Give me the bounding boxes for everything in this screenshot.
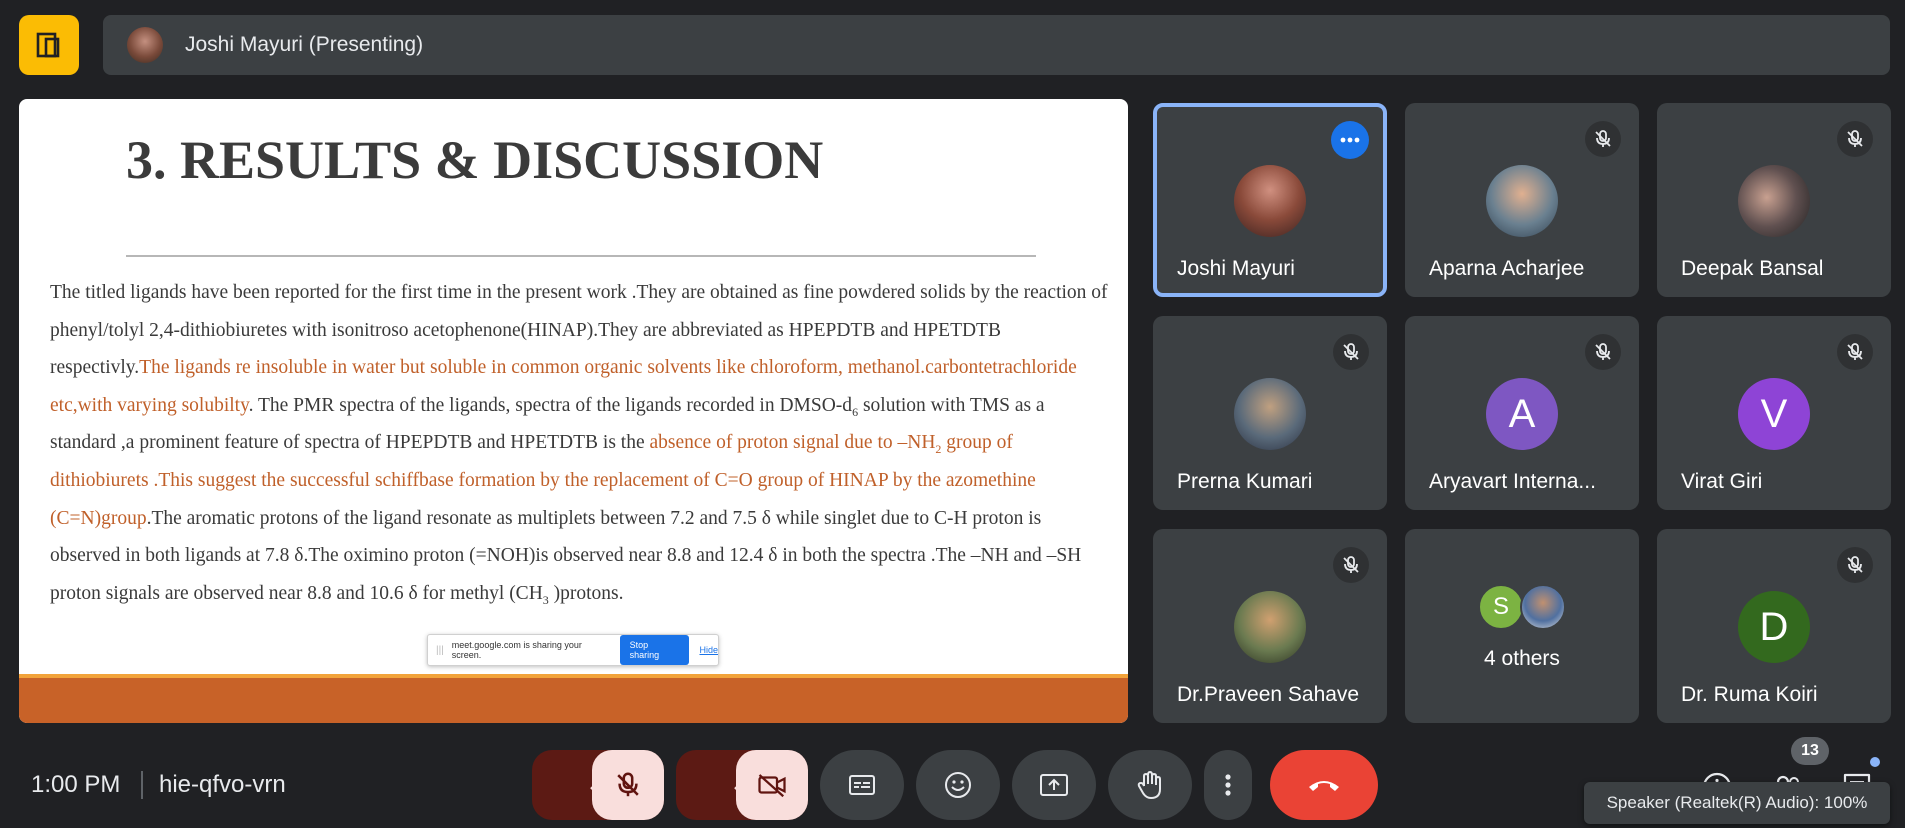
notification-dot	[1870, 757, 1880, 767]
hide-notice-link[interactable]: Hide	[699, 645, 718, 655]
clock: 1:00 PM	[31, 771, 121, 798]
participant-tile[interactable]: Dr.Praveen Sahave	[1153, 529, 1387, 723]
participant-tile[interactable]: A Aryavart Interna...	[1405, 316, 1639, 510]
avatar	[1234, 378, 1306, 450]
mic-off-icon	[1333, 547, 1369, 583]
participant-tile[interactable]: Joshi Mayuri	[1153, 103, 1387, 297]
mic-off-icon	[617, 772, 639, 797]
presenter-avatar	[127, 27, 163, 63]
divider	[141, 771, 143, 799]
mic-off-icon	[1585, 121, 1621, 157]
speaker-volume-tooltip: Speaker (Realtek(R) Audio): 100%	[1584, 782, 1890, 824]
camera-off-icon	[758, 774, 786, 798]
camera-toggle-button[interactable]	[736, 750, 808, 820]
participant-name: Prerna Kumari	[1177, 470, 1313, 493]
slide-body: The titled ligands have been reported fo…	[50, 274, 1110, 612]
slide-text: )protons.	[548, 582, 624, 604]
raise-hand-button[interactable]	[1108, 750, 1192, 820]
more-options-button[interactable]	[1331, 121, 1369, 159]
reactions-button[interactable]	[916, 750, 1000, 820]
mic-off-icon	[1837, 121, 1873, 157]
slide-title: 3. RESULTS & DISCUSSION	[126, 130, 824, 190]
hand-icon	[1137, 771, 1161, 799]
avatar	[1234, 591, 1306, 663]
others-tile[interactable]: S 4 others	[1405, 529, 1639, 723]
presentation-screen: 3. RESULTS & DISCUSSION The titled ligan…	[19, 99, 1128, 723]
end-call-icon	[1309, 781, 1339, 791]
stop-sharing-button[interactable]: Stop sharing	[619, 635, 690, 665]
drag-handle-icon[interactable]: |||	[436, 645, 444, 656]
captions-icon	[849, 775, 875, 795]
avatar	[1234, 165, 1306, 237]
avatar: A	[1486, 378, 1558, 450]
participant-name: Aryavart Interna...	[1429, 470, 1596, 493]
present-screen-button[interactable]	[1012, 750, 1096, 820]
participant-name: Aparna Acharjee	[1429, 257, 1585, 280]
meeting-code: hie-qfvo-vrn	[159, 771, 286, 798]
leave-call-button[interactable]	[1270, 750, 1378, 820]
mic-off-icon	[1837, 334, 1873, 370]
emoji-icon	[945, 772, 971, 798]
participant-tile[interactable]: V Virat Giri	[1657, 316, 1891, 510]
participant-name: Virat Giri	[1681, 470, 1763, 493]
participant-tile[interactable]: Aparna Acharjee	[1405, 103, 1639, 297]
participant-name: Deepak Bansal	[1681, 257, 1824, 280]
avatar: V	[1738, 378, 1810, 450]
slide-divider	[126, 255, 1036, 257]
avatar	[1738, 165, 1810, 237]
share-notice-text: meet.google.com is sharing your screen.	[451, 640, 582, 660]
more-vert-icon	[1225, 774, 1231, 796]
meet-logo-icon[interactable]	[19, 15, 79, 75]
others-label: 4 others	[1484, 647, 1560, 670]
participant-tile[interactable]: Deepak Bansal	[1657, 103, 1891, 297]
avatar: S	[1478, 584, 1524, 630]
presenter-bar: Joshi Mayuri (Presenting)	[103, 15, 1890, 75]
presenter-label: Joshi Mayuri (Presenting)	[185, 33, 424, 56]
screen-share-notice: ||| meet.google.com is sharing your scre…	[427, 634, 719, 666]
mic-off-icon	[1585, 334, 1621, 370]
more-options-button[interactable]	[1204, 750, 1252, 820]
participant-count-badge: 13	[1791, 737, 1829, 765]
participant-name: Joshi Mayuri	[1177, 257, 1295, 280]
participant-name: Dr. Ruma Koiri	[1681, 683, 1818, 706]
avatar	[1520, 584, 1566, 630]
participant-tile[interactable]: Prerna Kumari	[1153, 316, 1387, 510]
mic-toggle-button[interactable]	[592, 750, 664, 820]
avatar: D	[1738, 591, 1810, 663]
slide-text: . The PMR spectra of the ligands, spectr…	[248, 394, 853, 416]
participant-tile[interactable]: D Dr. Ruma Koiri	[1657, 529, 1891, 723]
avatar	[1486, 165, 1558, 237]
captions-button[interactable]	[820, 750, 904, 820]
mic-off-icon	[1837, 547, 1873, 583]
mic-off-icon	[1333, 334, 1369, 370]
slide-highlight-text: absence of proton signal due to –NH	[649, 432, 936, 454]
present-icon	[1040, 774, 1068, 796]
slide-footer-band	[19, 678, 1128, 723]
participant-name: Dr.Praveen Sahave	[1177, 683, 1360, 706]
others-avatars: S	[1478, 584, 1566, 630]
